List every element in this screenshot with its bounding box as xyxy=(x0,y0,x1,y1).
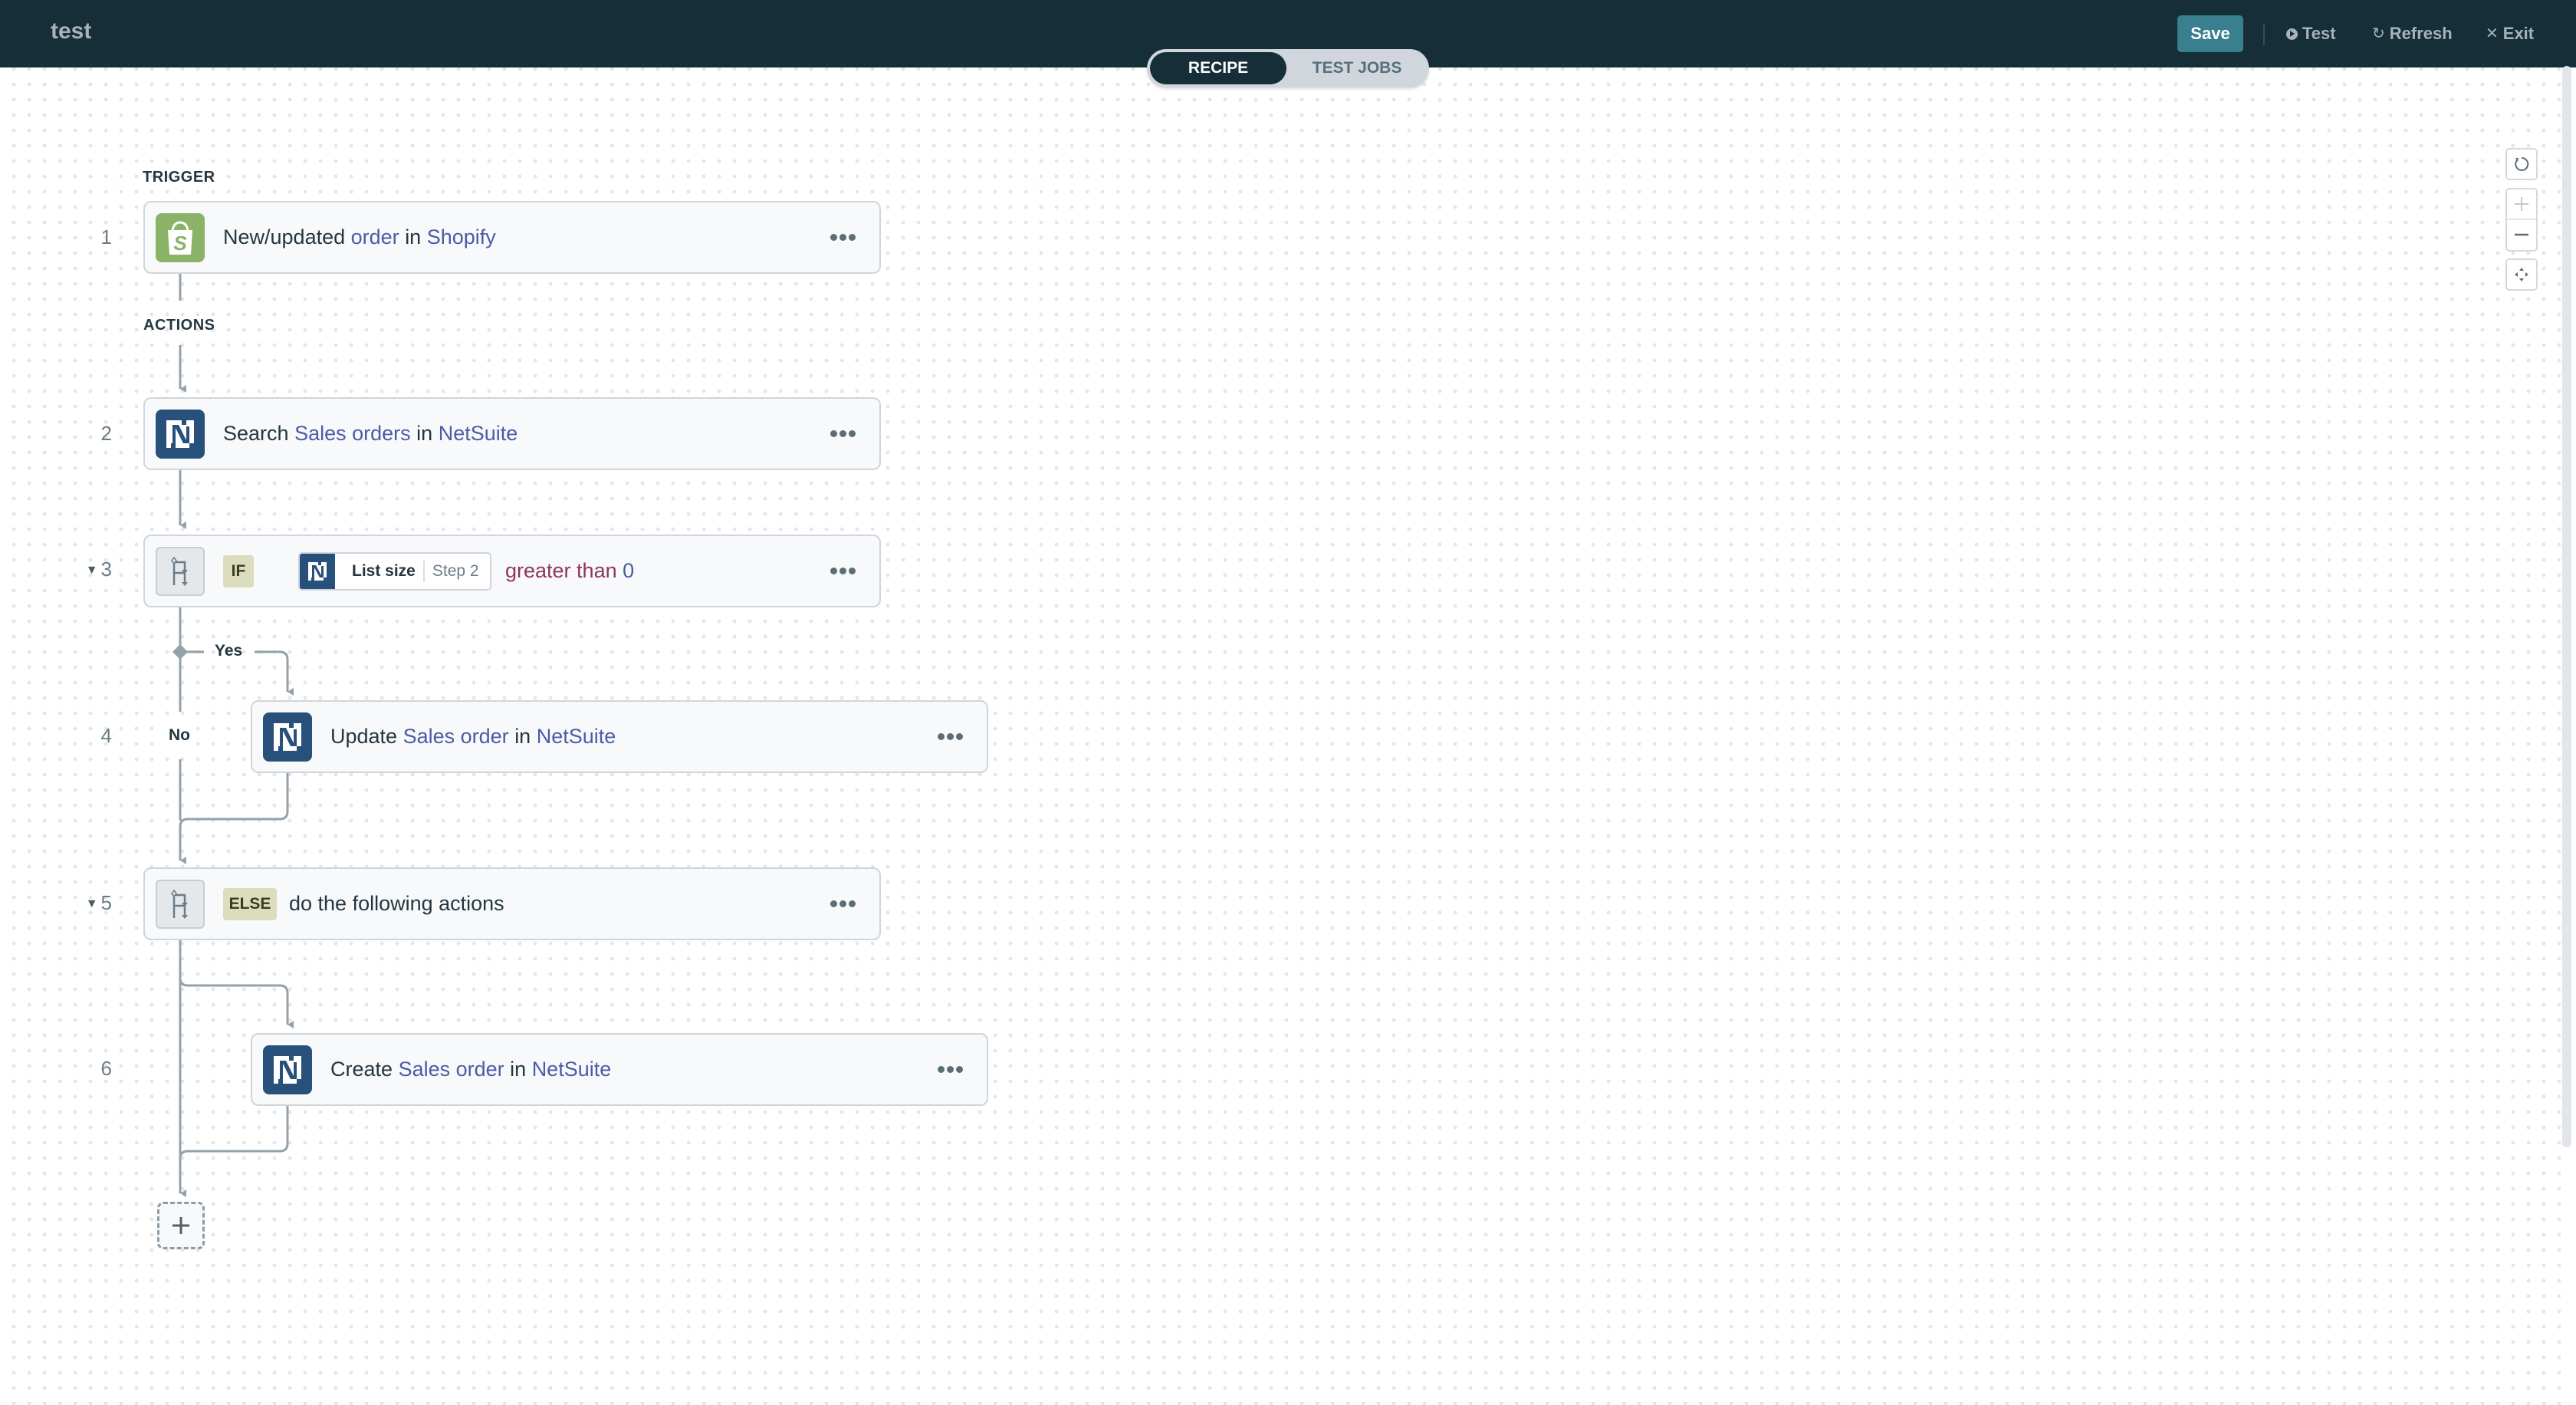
datapill-list-size[interactable]: List size Step 2 xyxy=(298,552,491,591)
plus-icon xyxy=(2515,196,2528,211)
netsuite-icon xyxy=(300,554,335,589)
refresh-label: Refresh xyxy=(2389,24,2453,43)
recipe-title[interactable]: test xyxy=(51,18,91,44)
object-link[interactable]: order xyxy=(351,225,399,248)
datapill-field: List size xyxy=(352,562,416,580)
app-link[interactable]: Shopify xyxy=(427,225,496,248)
reset-icon xyxy=(2515,156,2529,171)
test-label: Test xyxy=(2302,24,2336,43)
header-divider xyxy=(2263,24,2265,45)
else-description: do the following actions xyxy=(289,892,504,915)
shopify-icon: S xyxy=(156,213,205,262)
datapill-divider xyxy=(422,561,425,582)
step-number: 6 xyxy=(100,1057,112,1080)
condition-text: greater than 0 xyxy=(505,536,634,606)
refresh-icon: ↻ xyxy=(2372,25,2385,42)
step-number: 1 xyxy=(100,225,112,248)
step-number-collapsible[interactable]: ▼ 5 xyxy=(66,891,112,915)
plus-icon xyxy=(172,1217,189,1234)
step-summary: Update Sales order in NetSuite xyxy=(330,725,616,748)
branch-icon xyxy=(156,880,205,929)
step-card-if[interactable]: IF List size Step 2 greater than 0 xyxy=(143,535,881,607)
step-card-else[interactable]: ELSE do the following actions xyxy=(143,867,881,940)
more-options-button[interactable] xyxy=(936,730,964,742)
app-link[interactable]: NetSuite xyxy=(537,725,616,748)
branch-icon xyxy=(156,547,205,596)
datapill-source: Step 2 xyxy=(432,562,479,580)
svg-text:S: S xyxy=(173,232,187,255)
more-options-button[interactable] xyxy=(829,231,856,243)
save-button[interactable]: Save xyxy=(2177,15,2243,52)
step-card-trigger[interactable]: S New/updated order in Shopify xyxy=(143,201,881,274)
exit-label: Exit xyxy=(2502,24,2535,43)
trigger-section-label: TRIGGER xyxy=(143,169,215,186)
object-link[interactable]: Sales order xyxy=(399,1058,504,1081)
step-summary: Search Sales orders in NetSuite xyxy=(223,422,518,445)
vertical-scrollbar[interactable] xyxy=(2562,66,2571,1147)
step-number: 4 xyxy=(100,724,112,747)
view-toggle: RECIPE TEST JOBS xyxy=(1147,49,1429,87)
zoom-out-button[interactable] xyxy=(2507,220,2536,250)
zoom-in-button[interactable] xyxy=(2507,189,2536,220)
condition-operator: greater than xyxy=(505,559,617,582)
yes-branch-label: Yes xyxy=(215,642,243,660)
step-card-search[interactable]: Search Sales orders in NetSuite xyxy=(143,397,881,470)
zoom-controls xyxy=(2505,188,2538,252)
play-circle-icon xyxy=(2286,28,2298,40)
more-options-button[interactable] xyxy=(829,897,856,910)
add-step-button[interactable] xyxy=(157,1202,205,1249)
actions-section-label: ACTIONS xyxy=(143,317,215,334)
no-branch-label: No xyxy=(166,725,193,746)
step-card-create[interactable]: Create Sales order in NetSuite xyxy=(251,1033,988,1106)
refresh-button[interactable]: ↻ Refresh xyxy=(2372,20,2453,48)
exit-button[interactable]: ✕ Exit xyxy=(2486,20,2534,48)
close-icon: ✕ xyxy=(2486,25,2499,42)
collapse-caret-icon[interactable]: ▼ xyxy=(86,897,98,910)
reset-zoom-button[interactable] xyxy=(2505,148,2538,180)
step-number-collapsible[interactable]: ▼ 3 xyxy=(66,558,112,581)
condition-value: 0 xyxy=(623,559,635,582)
tab-test-jobs[interactable]: TEST JOBS xyxy=(1288,52,1426,84)
app-link[interactable]: NetSuite xyxy=(439,422,518,445)
more-options-button[interactable] xyxy=(829,427,856,439)
object-link[interactable]: Sales orders xyxy=(294,422,411,445)
fit-view-icon xyxy=(2515,268,2528,281)
if-keyword-badge: IF xyxy=(223,555,254,587)
more-options-button[interactable] xyxy=(936,1063,964,1075)
fit-to-screen-button[interactable] xyxy=(2505,258,2538,291)
step-summary: New/updated order in Shopify xyxy=(223,225,496,248)
netsuite-icon xyxy=(156,410,205,459)
step-summary: Create Sales order in NetSuite xyxy=(330,1058,612,1081)
more-options-button[interactable] xyxy=(829,564,856,577)
step-number: 2 xyxy=(100,422,112,445)
object-link[interactable]: Sales order xyxy=(403,725,509,748)
else-keyword-badge: ELSE xyxy=(223,888,277,920)
netsuite-icon xyxy=(263,712,312,762)
minus-icon xyxy=(2515,234,2528,236)
collapse-caret-icon[interactable]: ▼ xyxy=(86,564,98,577)
app-link[interactable]: NetSuite xyxy=(532,1058,612,1081)
tab-recipe[interactable]: RECIPE xyxy=(1150,52,1286,84)
test-button[interactable]: Test xyxy=(2286,20,2336,48)
step-card-update[interactable]: Update Sales order in NetSuite xyxy=(251,700,988,773)
netsuite-icon xyxy=(263,1045,312,1094)
